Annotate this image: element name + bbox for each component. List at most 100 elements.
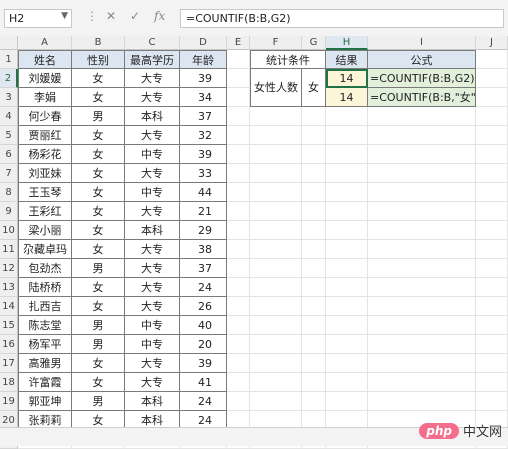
grid-cell[interactable]	[250, 126, 302, 145]
row-header-9[interactable]: 9	[0, 202, 18, 221]
grid-cell[interactable]	[368, 259, 476, 278]
grid-cell[interactable]	[326, 126, 368, 145]
table-cell[interactable]: 37	[180, 259, 227, 278]
column-header-g[interactable]: G	[302, 36, 326, 50]
table-cell[interactable]: 女	[72, 164, 125, 183]
row-header-3[interactable]: 3	[0, 88, 18, 107]
table-cell[interactable]: 39	[180, 145, 227, 164]
table-cell[interactable]: 李娟	[18, 88, 72, 107]
formula-input[interactable]: =COUNTIF(B:B,G2)	[180, 9, 504, 28]
grid-cell[interactable]	[302, 183, 326, 202]
table-cell[interactable]: 24	[180, 392, 227, 411]
grid-cell[interactable]	[227, 107, 250, 126]
table-cell[interactable]: 大专	[125, 164, 180, 183]
chevron-down-icon[interactable]: ▼	[61, 11, 68, 21]
grid-cell[interactable]	[326, 373, 368, 392]
grid-cell[interactable]	[227, 373, 250, 392]
table-cell[interactable]: 高雅男	[18, 354, 72, 373]
table-cell[interactable]: 大专	[125, 88, 180, 107]
table-cell[interactable]: 女	[72, 240, 125, 259]
grid-cell[interactable]	[250, 335, 302, 354]
table-cell[interactable]: 女	[72, 221, 125, 240]
table-cell[interactable]: 女	[72, 202, 125, 221]
grid-cell[interactable]	[250, 259, 302, 278]
result-cell-h3[interactable]: 14	[326, 88, 368, 107]
table-cell[interactable]: 大专	[125, 259, 180, 278]
grid-cell[interactable]	[368, 183, 476, 202]
table-cell[interactable]: 贾丽红	[18, 126, 72, 145]
table-cell[interactable]: 33	[180, 164, 227, 183]
grid-cell[interactable]	[326, 183, 368, 202]
table-cell[interactable]: 32	[180, 126, 227, 145]
grid-cell[interactable]	[227, 297, 250, 316]
grid-cell[interactable]	[302, 164, 326, 183]
grid-cell[interactable]	[326, 164, 368, 183]
grid-cell[interactable]	[476, 69, 508, 88]
table-cell[interactable]: 王玉琴	[18, 183, 72, 202]
table-cell[interactable]: 陈志堂	[18, 316, 72, 335]
row-header-5[interactable]: 5	[0, 126, 18, 145]
grid-cell[interactable]	[476, 373, 508, 392]
grid-cell[interactable]	[476, 50, 508, 69]
table-cell[interactable]: 41	[180, 373, 227, 392]
grid-cell[interactable]	[250, 145, 302, 164]
column-header-b[interactable]: B	[72, 36, 125, 50]
table-cell[interactable]: 男	[72, 335, 125, 354]
grid-cell[interactable]	[227, 278, 250, 297]
grid-cell[interactable]	[476, 107, 508, 126]
grid-cell[interactable]	[476, 240, 508, 259]
column-header-a[interactable]: A	[18, 36, 72, 50]
grid-cell[interactable]	[250, 107, 302, 126]
table-cell[interactable]: 中专	[125, 145, 180, 164]
table-cell[interactable]: 38	[180, 240, 227, 259]
grid-cell[interactable]	[476, 202, 508, 221]
grid-cell[interactable]	[227, 316, 250, 335]
table-cell[interactable]: 29	[180, 221, 227, 240]
grid-cell[interactable]	[250, 373, 302, 392]
grid-cell[interactable]	[326, 335, 368, 354]
row-header-1[interactable]: 1	[0, 50, 18, 69]
table-cell[interactable]: 刘亚妹	[18, 164, 72, 183]
grid-cell[interactable]	[250, 278, 302, 297]
table-cell[interactable]: 何少春	[18, 107, 72, 126]
table-cell[interactable]: 大专	[125, 297, 180, 316]
table-cell[interactable]: 梁小丽	[18, 221, 72, 240]
table-cell[interactable]: 44	[180, 183, 227, 202]
grid-cell[interactable]	[326, 240, 368, 259]
grid-cell[interactable]	[227, 88, 250, 107]
table-cell[interactable]: 女	[72, 297, 125, 316]
column-header-d[interactable]: D	[180, 36, 227, 50]
table-cell[interactable]: 女	[72, 354, 125, 373]
table-cell[interactable]: 21	[180, 202, 227, 221]
confirm-icon[interactable]: ✓	[130, 9, 140, 23]
grid-cell[interactable]	[302, 278, 326, 297]
row-header-15[interactable]: 15	[0, 316, 18, 335]
select-all-corner[interactable]	[0, 36, 18, 50]
grid-cell[interactable]	[227, 145, 250, 164]
column-header-h[interactable]: H	[326, 36, 368, 50]
grid-cell[interactable]	[326, 278, 368, 297]
row-header-10[interactable]: 10	[0, 221, 18, 240]
grid-cell[interactable]	[326, 145, 368, 164]
table-cell[interactable]: 男	[72, 316, 125, 335]
grid-cell[interactable]	[227, 126, 250, 145]
table-cell[interactable]: 女	[72, 88, 125, 107]
table-cell[interactable]: 大专	[125, 69, 180, 88]
grid-cell[interactable]	[368, 392, 476, 411]
grid-cell[interactable]	[250, 240, 302, 259]
grid-cell[interactable]	[302, 354, 326, 373]
grid-cell[interactable]	[368, 221, 476, 240]
table-cell[interactable]: 大专	[125, 373, 180, 392]
table-cell[interactable]: 包劲杰	[18, 259, 72, 278]
grid-cell[interactable]	[368, 278, 476, 297]
grid-cell[interactable]	[302, 126, 326, 145]
column-header-j[interactable]: J	[476, 36, 508, 50]
grid-cell[interactable]	[476, 259, 508, 278]
grid-cell[interactable]	[326, 221, 368, 240]
grid-cell[interactable]	[302, 202, 326, 221]
column-header-f[interactable]: F	[250, 36, 302, 50]
row-header-11[interactable]: 11	[0, 240, 18, 259]
column-header-i[interactable]: I	[368, 36, 476, 50]
table-cell[interactable]: 郭亚坤	[18, 392, 72, 411]
grid-cell[interactable]	[302, 392, 326, 411]
